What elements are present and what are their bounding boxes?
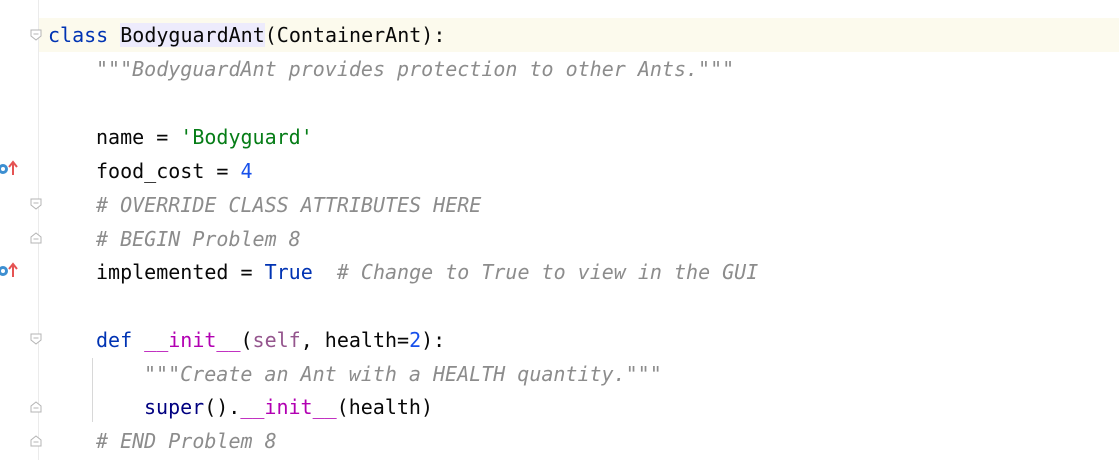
comment: # BEGIN Problem 8 <box>96 227 301 251</box>
keyword: def <box>96 328 145 352</box>
code-text: ): <box>421 328 446 352</box>
code-text: (health) <box>336 395 433 419</box>
indent-guide <box>92 358 93 422</box>
code-text: implemented = <box>96 260 265 284</box>
code-line-8[interactable]: implemented = True # Change to True to v… <box>96 255 758 289</box>
code-line-10[interactable]: def __init__(self, health=2): <box>96 323 445 357</box>
code-text: , health= <box>300 328 410 352</box>
code-text: (). <box>204 395 241 419</box>
code-line-5[interactable]: food_cost = 4 <box>96 154 253 188</box>
code-text: name = <box>96 125 181 149</box>
code-text: ( <box>240 328 253 352</box>
comment: # OVERRIDE CLASS ATTRIBUTES HERE <box>96 193 482 217</box>
code-line-4[interactable]: name = 'Bodyguard' <box>96 120 313 154</box>
class-name: BodyguardAnt <box>120 23 265 47</box>
docstring: """BodyguardAnt provides protection to o… <box>96 57 735 81</box>
docstring: """Create an Ant with a HEALTH quantity.… <box>144 362 662 386</box>
number-literal: 4 <box>240 159 253 183</box>
builtin-call: super <box>144 395 205 419</box>
fold-open-icon[interactable] <box>30 333 42 345</box>
override-marker-icon[interactable] <box>0 260 18 278</box>
self-param: self <box>252 328 301 352</box>
fold-open-icon[interactable] <box>30 29 42 41</box>
dunder-method: __init__ <box>240 395 337 419</box>
fold-close-icon[interactable] <box>30 435 42 447</box>
comment: # END Problem 8 <box>96 429 277 453</box>
code-line-11[interactable]: """Create an Ant with a HEALTH quantity.… <box>144 357 662 391</box>
code-text: (ContainerAnt): <box>264 23 446 47</box>
keyword: class <box>48 23 109 47</box>
code-line-2[interactable]: """BodyguardAnt provides protection to o… <box>96 52 734 86</box>
fold-close-icon[interactable] <box>30 401 42 413</box>
code-text: food_cost = <box>96 159 241 183</box>
code-editor[interactable]: class BodyguardAnt(ContainerAnt): """Bod… <box>0 0 1119 460</box>
string-literal: 'Bodyguard' <box>180 125 313 149</box>
comment: # Change to True to view in the GUI <box>312 260 759 284</box>
keyword: True <box>264 260 313 284</box>
code-line-7[interactable]: # BEGIN Problem 8 <box>96 222 301 256</box>
fold-close-icon[interactable] <box>30 232 42 244</box>
override-marker-icon[interactable] <box>0 158 18 176</box>
editor-gutter[interactable] <box>0 0 39 460</box>
fold-open-icon[interactable] <box>30 198 42 210</box>
dunder-method: __init__ <box>144 328 241 352</box>
code-line-1[interactable]: class BodyguardAnt(ContainerAnt): <box>48 18 445 52</box>
code-line-6[interactable]: # OVERRIDE CLASS ATTRIBUTES HERE <box>96 188 481 222</box>
code-line-12[interactable]: super().__init__(health) <box>144 390 433 424</box>
code-line-13[interactable]: # END Problem 8 <box>96 424 277 458</box>
number-literal: 2 <box>409 328 422 352</box>
